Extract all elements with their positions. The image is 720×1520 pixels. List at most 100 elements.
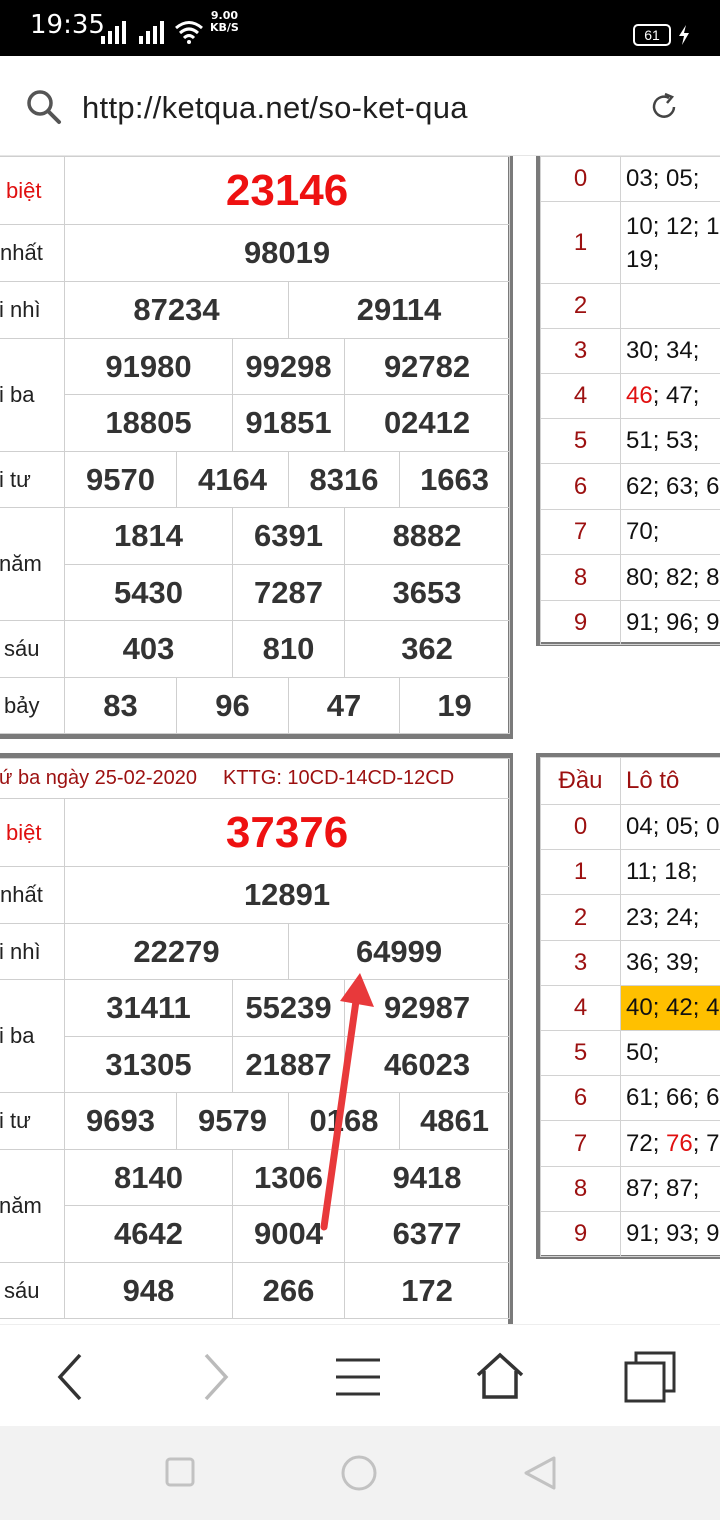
dau-cell: 7 xyxy=(540,1120,621,1167)
table-row: 3 30; 34; xyxy=(540,328,720,374)
table-row: 7 72; 76; 7 xyxy=(540,1120,720,1167)
table-row: i nhì 87234 29114 xyxy=(0,281,511,339)
dau-cell: 4 xyxy=(540,985,621,1031)
bottom-result-table: ứ ba ngày 25-02-2020 KTTG: 10CD-14CD-12CD… xyxy=(0,758,511,1319)
loto-cell: 04; 05; 0 xyxy=(620,804,720,850)
signal-icon-1 xyxy=(101,18,126,44)
signal-icon-2 xyxy=(139,18,164,44)
table-row: sáu 948 266 172 xyxy=(0,1262,511,1319)
loto-cell: 72; 76; 7 xyxy=(620,1120,720,1167)
status-bar: 19:35 9.00 KB/S 61 xyxy=(0,0,720,56)
prize-number: 31305 xyxy=(64,1036,233,1093)
prize-number: 403 xyxy=(64,620,233,678)
prize-label: năm xyxy=(0,507,65,621)
dau-cell: 7 xyxy=(540,509,621,555)
table-row: i tư 9693 9579 0168 4861 xyxy=(0,1092,511,1150)
table-row: i tư 9570 4164 8316 1663 xyxy=(0,451,511,508)
loto-cell: 91; 93; 9 xyxy=(620,1211,720,1257)
table-row: năm 8140 1306 9418 xyxy=(0,1149,511,1263)
dau-cell: 0 xyxy=(540,804,621,850)
reload-icon[interactable] xyxy=(648,91,680,123)
table-row: nhất 12891 xyxy=(0,866,511,924)
table-row: 4 46; 47; xyxy=(540,373,720,419)
tabs-icon[interactable] xyxy=(620,1347,680,1407)
charging-icon xyxy=(679,25,689,45)
prize-number: 362 xyxy=(343,620,511,678)
dau-cell: 9 xyxy=(540,600,621,645)
table-row: 4 40; 42; 4 xyxy=(540,985,720,1031)
dau-cell: 6 xyxy=(540,1075,621,1121)
table-row: sáu 403 810 362 xyxy=(0,620,511,678)
table-row: 18805 91851 02412 xyxy=(0,394,511,452)
prize-number: 12891 xyxy=(63,866,511,924)
prize-label: i nhì xyxy=(0,281,65,339)
network-speed-unit: KB/S xyxy=(210,21,239,34)
prize-number: 8140 xyxy=(64,1149,233,1206)
dau-cell: 3 xyxy=(540,328,621,374)
table-row: ứ ba ngày 25-02-2020 KTTG: 10CD-14CD-12CD xyxy=(0,758,511,799)
top-loto-table: 0 03; 05; 1 10; 12; 1 19; 2 3 30; 34; 4 46; 4… xyxy=(540,156,720,645)
table-row: 5 50; xyxy=(540,1030,720,1076)
loto-cell: 36; 39; xyxy=(620,940,720,986)
circle-icon[interactable] xyxy=(340,1454,378,1492)
loto-cell xyxy=(620,283,720,329)
prize-number: 8882 xyxy=(343,507,511,565)
prize-number: 810 xyxy=(232,620,345,678)
loto-line: 10; 12; 1 xyxy=(626,212,720,240)
dau-cell: 3 xyxy=(540,940,621,986)
prize-number: 6391 xyxy=(232,507,345,565)
table-row: 4642 9004 6377 xyxy=(0,1205,511,1263)
top-table-bottom-border xyxy=(0,734,513,739)
table-row: 8 87; 87; xyxy=(540,1166,720,1212)
prize-number: 4642 xyxy=(64,1205,233,1263)
bottom-loto-table: Đầu Lô tô 0 04; 05; 0 1 11; 18; 2 23; 24; 33… xyxy=(540,757,720,1257)
loto-cell: 51; 53; xyxy=(620,418,720,464)
loto-highlight-number: 46 xyxy=(626,382,653,409)
square-icon[interactable] xyxy=(164,1456,196,1488)
home-icon[interactable] xyxy=(470,1347,530,1407)
table-row: 6 62; 63; 6 xyxy=(540,463,720,510)
loto-part: 72; xyxy=(626,1129,667,1157)
prize-number: 29114 xyxy=(287,281,511,339)
triangle-back-icon[interactable] xyxy=(522,1454,558,1492)
prize-label: biệt xyxy=(0,798,65,867)
prize-number: 92782 xyxy=(343,338,511,395)
dau-cell: 6 xyxy=(540,463,621,510)
loto-cell: 46; 47; xyxy=(620,373,720,419)
address-bar[interactable]: http://ketqua.net/so-ket-qua xyxy=(0,56,720,156)
forward-icon[interactable] xyxy=(186,1347,246,1407)
prize-number: 9579 xyxy=(176,1092,289,1150)
prize-number: 02412 xyxy=(343,394,511,452)
special-prize-number: 23146 xyxy=(63,156,511,225)
prize-label: sáu xyxy=(0,1262,65,1319)
prize-label: i ba xyxy=(0,338,65,452)
loto-part: ; 7 xyxy=(692,1129,720,1157)
prize-label: i tư xyxy=(0,451,65,508)
loto-cell: 10; 12; 1 19; xyxy=(620,201,720,284)
loto-cell: 11; 18; xyxy=(620,849,720,895)
table-row: 9 91; 93; 9 xyxy=(540,1211,720,1257)
table-row: 2 23; 24; xyxy=(540,894,720,941)
prize-number: 87234 xyxy=(64,281,289,339)
url-text[interactable]: http://ketqua.net/so-ket-qua xyxy=(82,90,468,126)
wifi-icon xyxy=(175,21,203,44)
dau-cell: 4 xyxy=(540,373,621,419)
prize-label: sáu xyxy=(0,620,65,678)
prize-number: 1814 xyxy=(64,507,233,565)
back-icon[interactable] xyxy=(42,1347,102,1407)
menu-icon[interactable] xyxy=(328,1347,388,1407)
dau-cell: 9 xyxy=(540,1211,621,1257)
prize-label: bảy xyxy=(0,677,65,734)
search-icon[interactable] xyxy=(26,89,62,125)
loto-cell: 80; 82; 8 xyxy=(620,554,720,601)
prize-number: 3653 xyxy=(343,564,511,621)
prize-number: 5430 xyxy=(64,564,233,621)
table-row: 6 61; 66; 6 xyxy=(540,1075,720,1121)
prize-number: 8316 xyxy=(288,451,400,508)
table-row: 8 80; 82; 8 xyxy=(540,554,720,601)
draw-kttg: KTTG: 10CD-14CD-12CD xyxy=(222,767,455,789)
draw-header: ứ ba ngày 25-02-2020 KTTG: 10CD-14CD-12CD xyxy=(0,758,511,799)
prize-number: 948 xyxy=(64,1262,233,1319)
table-row: 0 03; 05; xyxy=(540,156,720,202)
clock: 19:35 xyxy=(30,10,105,40)
